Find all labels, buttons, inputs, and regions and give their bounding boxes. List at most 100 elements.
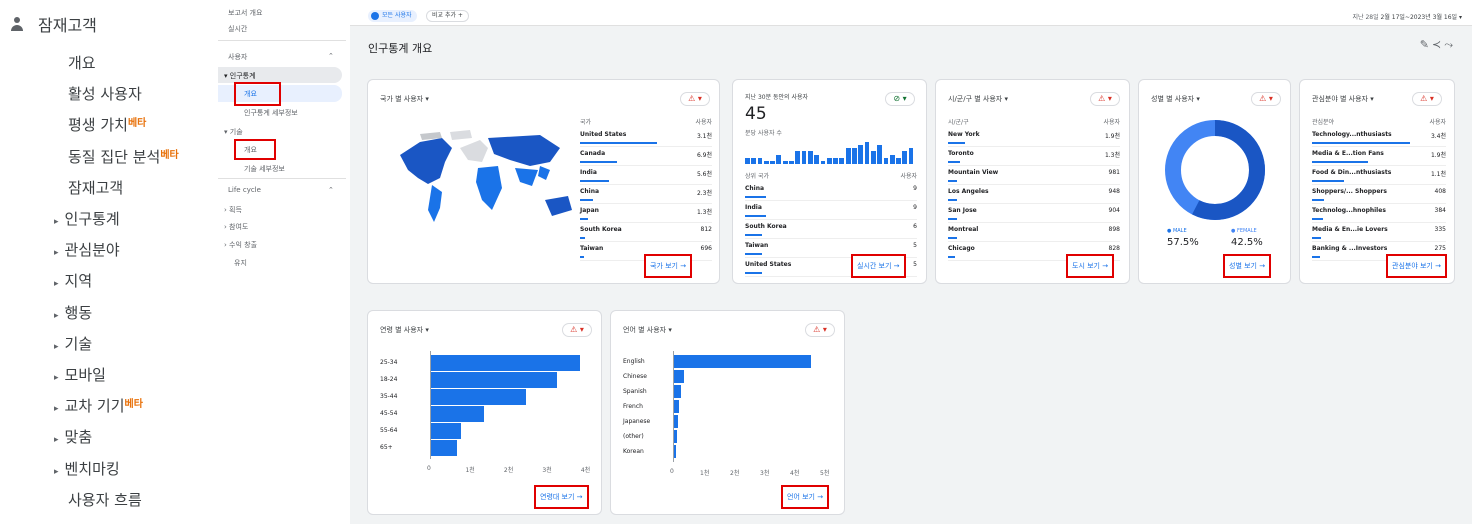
city-title[interactable]: 시/군/구 별 사용자 ▾ [948,94,1008,104]
view-countries-link[interactable]: 국가 보기 → [644,254,693,278]
table-row[interactable]: South Korea 812 [580,223,712,242]
collapse-icon[interactable]: ⌃ [328,52,334,60]
table-row[interactable]: United States 3.1천 [580,128,712,147]
bar[interactable] [430,406,484,422]
view-gender-link[interactable]: 성별 보기 → [1223,254,1272,278]
bar[interactable] [673,370,684,383]
bar[interactable] [673,355,811,368]
view-age-link[interactable]: 연령대 보기 → [534,485,589,509]
expand-icon: ▸ [54,310,59,321]
left-menu-item[interactable]: 사용자 흐름 [68,489,142,510]
bar[interactable] [430,423,461,439]
left-menu-item[interactable]: ▸ 맞춤 [54,426,92,447]
nav-monetization[interactable]: › 수익 창출 [224,240,257,250]
category-label: 18-24 [380,376,398,383]
left-menu-item-label: 관심분야 [64,241,120,260]
table-row[interactable]: Shoppers/... Shoppers 408 [1312,185,1446,204]
table-row[interactable]: Toronto 1.3천 [948,147,1120,166]
bar[interactable] [430,389,527,405]
nav-retention[interactable]: 유지 [234,258,247,268]
row-label: Technology...nthusiasts [1312,131,1392,138]
left-menu-item[interactable]: 동질 집단 분석베타 [68,146,179,167]
bar[interactable] [430,355,580,371]
warning-icon[interactable]: ⚠ ▾ [1412,92,1442,106]
left-menu-item[interactable]: 평생 가치베타 [68,114,146,135]
left-menu-item[interactable]: ▸ 모바일 [54,364,106,385]
table-row[interactable]: Technology...nthusiasts 3.4천 [1312,128,1446,147]
nav-demographics[interactable]: ▾ 인구통계 [224,71,256,81]
row-value: 812 [700,226,712,233]
table-row[interactable]: India 9 [745,201,917,220]
view-cities-link[interactable]: 도시 보기 → [1066,254,1115,278]
table-row[interactable]: China 2.3천 [580,185,712,204]
city-table: 시/군/구 사용자 New York 1.9천 Toronto 1.3천 Mountain… [948,114,1120,261]
nav-demo-detail[interactable]: 인구통계 세부정보 [244,108,298,118]
check-icon[interactable]: ⊘ ▾ [885,92,915,106]
left-menu-item[interactable]: ▸ 벤치마킹 [54,458,120,479]
table-row[interactable]: Food & Din...nthusiasts 1.1천 [1312,166,1446,185]
nav-lifecycle[interactable]: Life cycle [228,186,261,194]
gender-title[interactable]: 성별 별 사용자 ▾ [1151,94,1200,104]
left-menu-item[interactable]: ▸ 관심분야 [54,239,120,260]
left-menu-item[interactable]: ▸ 행동 [54,302,92,323]
left-menu-item[interactable]: 활성 사용자 [68,83,142,104]
row-label: Chicago [948,245,975,252]
left-menu-item[interactable]: ▸ 기술 [54,333,92,354]
date-range-picker[interactable]: 지난 28일 2월 17일~2023년 3월 16일 ▾ [1353,12,1462,21]
table-row[interactable]: Montreal 898 [948,223,1120,242]
expand-icon: ▸ [54,373,59,383]
compare-button[interactable]: 비교 추가 + [426,10,469,22]
table-row[interactable]: Technolog...hnophiles 384 [1312,204,1446,223]
bar[interactable] [430,440,457,456]
interest-title[interactable]: 관심분야 별 사용자 ▾ [1312,94,1374,104]
spark-bar [782,160,788,164]
left-menu-item[interactable]: ▸ 교차 기기베타 [54,395,143,416]
nav-report-overview[interactable]: 보고서 개요 [228,8,262,18]
view-realtime-link[interactable]: 실시간 보기 → [851,254,906,278]
row-label: Media & En...ie Lovers [1312,226,1388,233]
realtime-value: 45 [745,104,767,124]
edit-icon[interactable]: ✎ [1420,38,1432,51]
spark-bar [833,157,838,164]
table-row[interactable]: New York 1.9천 [948,128,1120,147]
row-bar [745,234,763,236]
table-row[interactable]: India 5.6천 [580,166,712,185]
audience-header[interactable]: 잠재고객 [10,12,97,36]
row-label: Los Angeles [948,188,989,195]
left-menu-item[interactable]: ▸ 지역 [54,270,92,291]
left-menu-item[interactable]: 개요 [68,52,96,73]
table-row[interactable]: China 9 [745,182,917,201]
table-row[interactable]: Japan 1.3천 [580,204,712,223]
table-row[interactable]: Los Angeles 948 [948,185,1120,204]
bar[interactable] [430,372,557,388]
collapse-icon[interactable]: ⌃ [328,186,334,194]
warning-icon[interactable]: ⚠ ▾ [1251,92,1281,106]
left-menu-item[interactable]: 잠재고객 [68,177,123,198]
table-row[interactable]: Media & E...tion Fans 1.9천 [1312,147,1446,166]
spark-bar [908,148,914,164]
row-label: Taiwan [580,245,604,252]
table-row[interactable]: Canada 6.9천 [580,147,712,166]
insights-icon[interactable]: ⤳ [1444,38,1456,51]
table-row[interactable]: San Jose 904 [948,204,1120,223]
table-row[interactable]: Mountain View 981 [948,166,1120,185]
country-title[interactable]: 국가 별 사용자 ▾ [380,94,429,104]
nav-user-section[interactable]: 사용자 [228,52,247,62]
view-interests-link[interactable]: 관심분야 보기 → [1386,254,1447,278]
share-icon[interactable]: ≺ [1432,38,1444,51]
nav-engagement[interactable]: › 참여도 [224,222,248,232]
warning-icon[interactable]: ⚠ ▾ [680,92,710,106]
col-header: 사용자 [1103,119,1120,126]
nav-acquisition[interactable]: › 획득 [224,205,242,215]
view-languages-link[interactable]: 언어 보기 → [781,485,830,509]
row-bar [745,196,766,198]
nav-tech[interactable]: ▾ 기술 [224,127,243,137]
all-users-chip[interactable]: 모든 사용자 [368,10,417,22]
table-row[interactable]: South Korea 6 [745,220,917,239]
nav-tech-detail[interactable]: 기술 세부정보 [244,164,285,174]
left-menu-item[interactable]: ▸ 인구통계 [54,208,120,229]
bar[interactable] [673,385,681,398]
warning-icon[interactable]: ⚠ ▾ [1090,92,1120,106]
nav-realtime[interactable]: 실시간 [228,24,247,34]
table-row[interactable]: Media & En...ie Lovers 335 [1312,223,1446,242]
